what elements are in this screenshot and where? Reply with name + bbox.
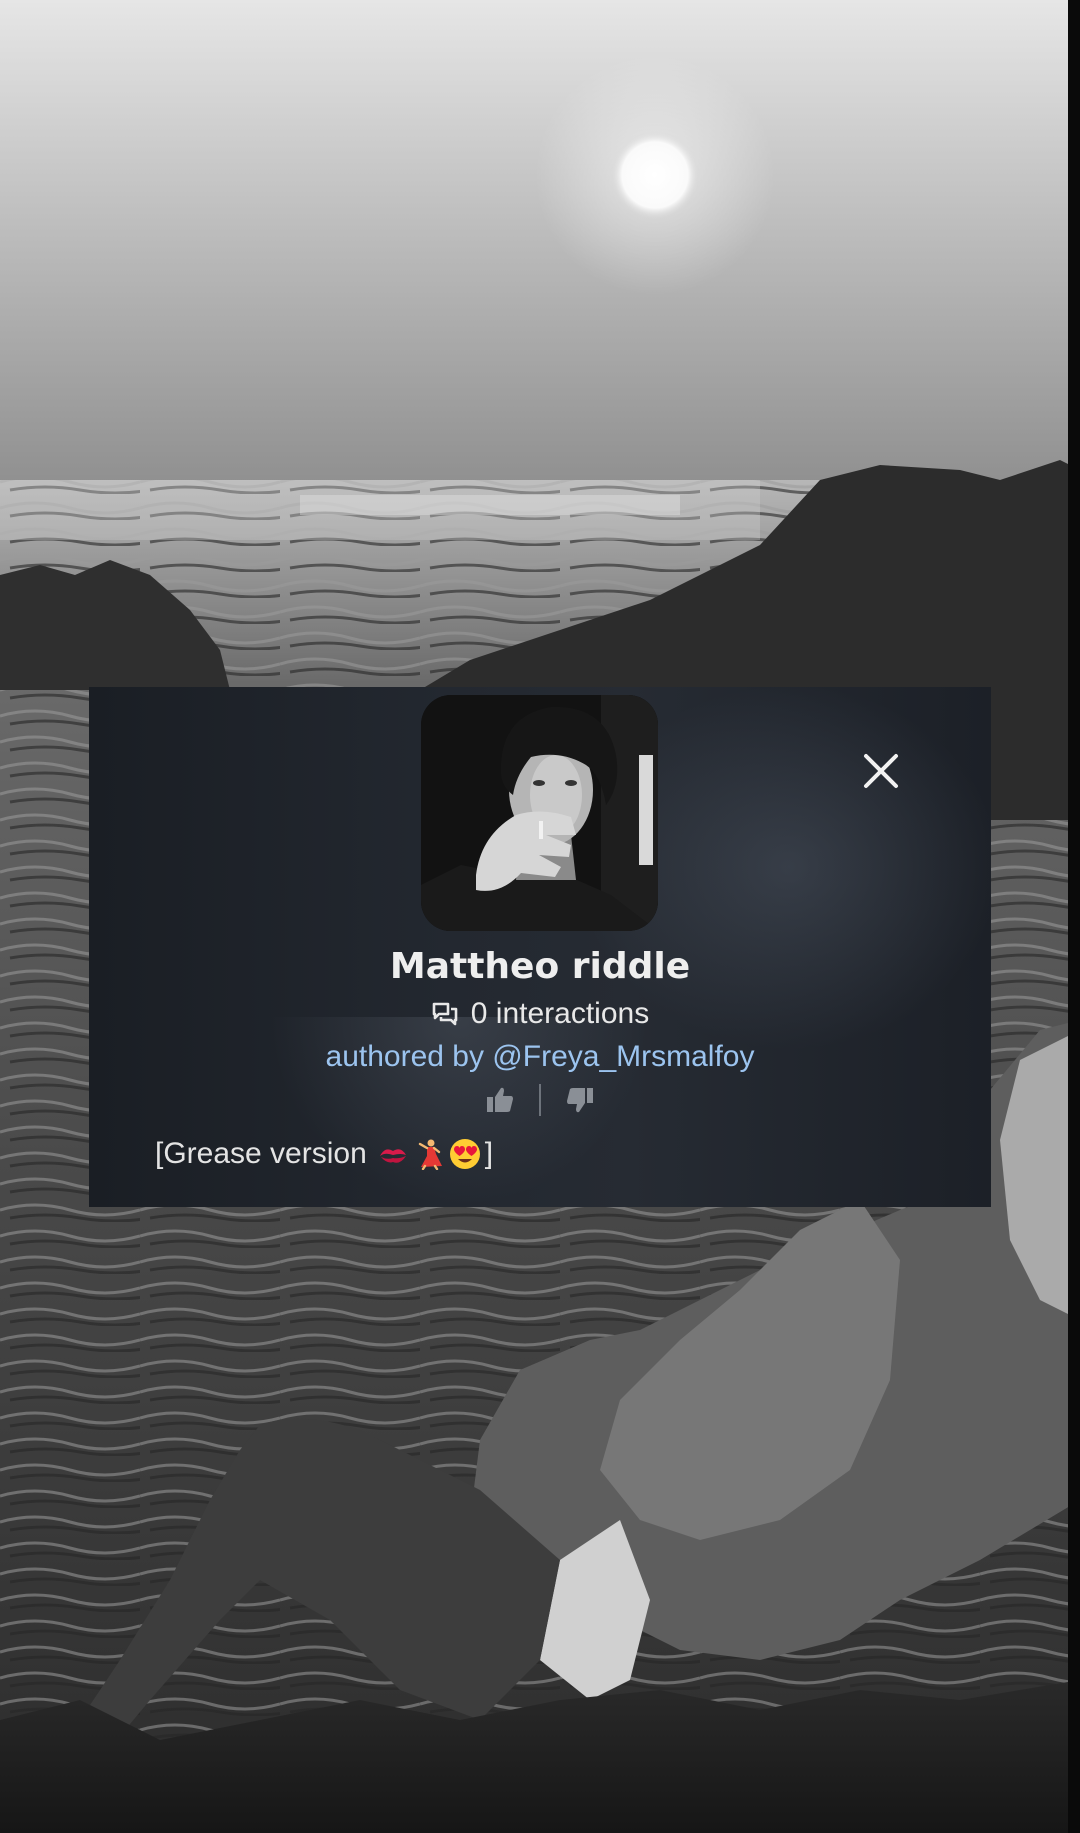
description-text: [Grease version: [155, 1137, 367, 1170]
description-close: ]: [484, 1137, 494, 1170]
chat-bubbles-icon: [432, 1002, 458, 1026]
vote-divider: [539, 1084, 541, 1116]
character-name: Mattheo riddle: [389, 946, 691, 987]
description-emojis: [377, 1138, 485, 1170]
character-description: [Grease version ]: [155, 1132, 493, 1176]
heart-eyes-emoji: [449, 1139, 480, 1169]
close-button[interactable]: [857, 747, 905, 795]
thumbs-down-icon[interactable]: [565, 1085, 595, 1115]
interactions-label: 0 interactions: [470, 997, 650, 1030]
kiss-mark-emoji: [379, 1149, 406, 1163]
vote-bar: [89, 1084, 991, 1116]
character-card: Mattheo riddle 0 interactions authored b…: [89, 687, 991, 1207]
dancer-emoji: [418, 1139, 442, 1170]
close-icon: [864, 754, 898, 788]
author-link[interactable]: authored by @Freya_Mrsmalfoy: [89, 1037, 991, 1077]
interactions-count: 0 interactions: [89, 994, 991, 1034]
character-avatar: [421, 695, 658, 931]
thumbs-up-icon[interactable]: [485, 1085, 515, 1115]
